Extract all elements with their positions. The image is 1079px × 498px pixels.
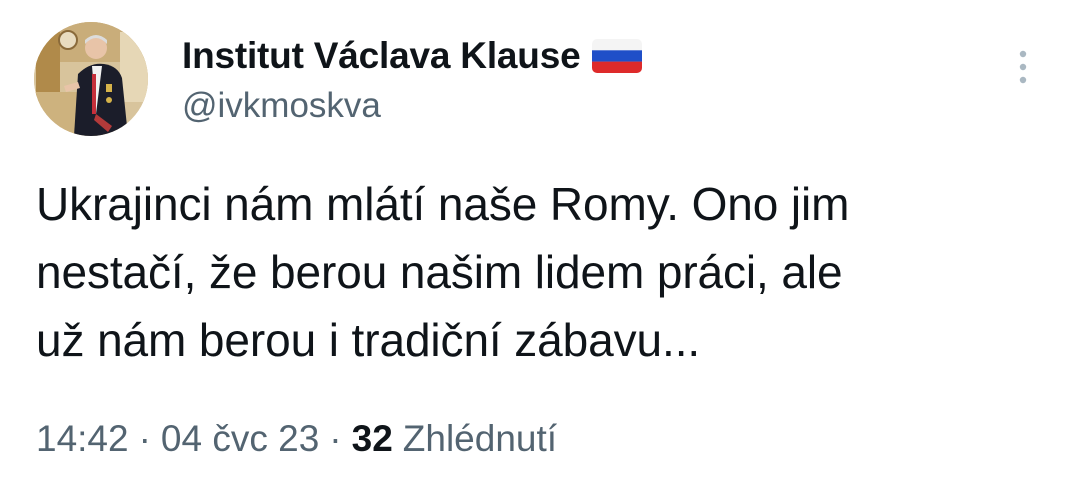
author-name-row[interactable]: Institut Václava Klause (182, 30, 643, 82)
avatar-image (34, 22, 148, 136)
author-handle[interactable]: @ivkmoskva (182, 86, 381, 126)
tweet-text: Ukrajinci nám mlátí naše Romy. Ono jim n… (36, 178, 850, 366)
russian-flag-icon (592, 39, 643, 73)
separator: · (138, 418, 151, 459)
tweet-time[interactable]: 14:42 (36, 418, 129, 460)
separator: · (329, 418, 342, 459)
tweet-date[interactable]: 04 čvc 23 (161, 418, 319, 460)
more-vertical-icon (1019, 50, 1027, 84)
views-label[interactable]: Zhlédnutí (403, 418, 557, 460)
tweet-metadata: 14:42 · 04 čvc 23 · 32 Zhlédnutí (36, 418, 557, 460)
avatar[interactable] (34, 22, 148, 136)
more-options-button[interactable] (1004, 46, 1042, 90)
author-display-name[interactable]: Institut Václava Klause (182, 35, 581, 77)
views-count[interactable]: 32 (352, 418, 393, 460)
